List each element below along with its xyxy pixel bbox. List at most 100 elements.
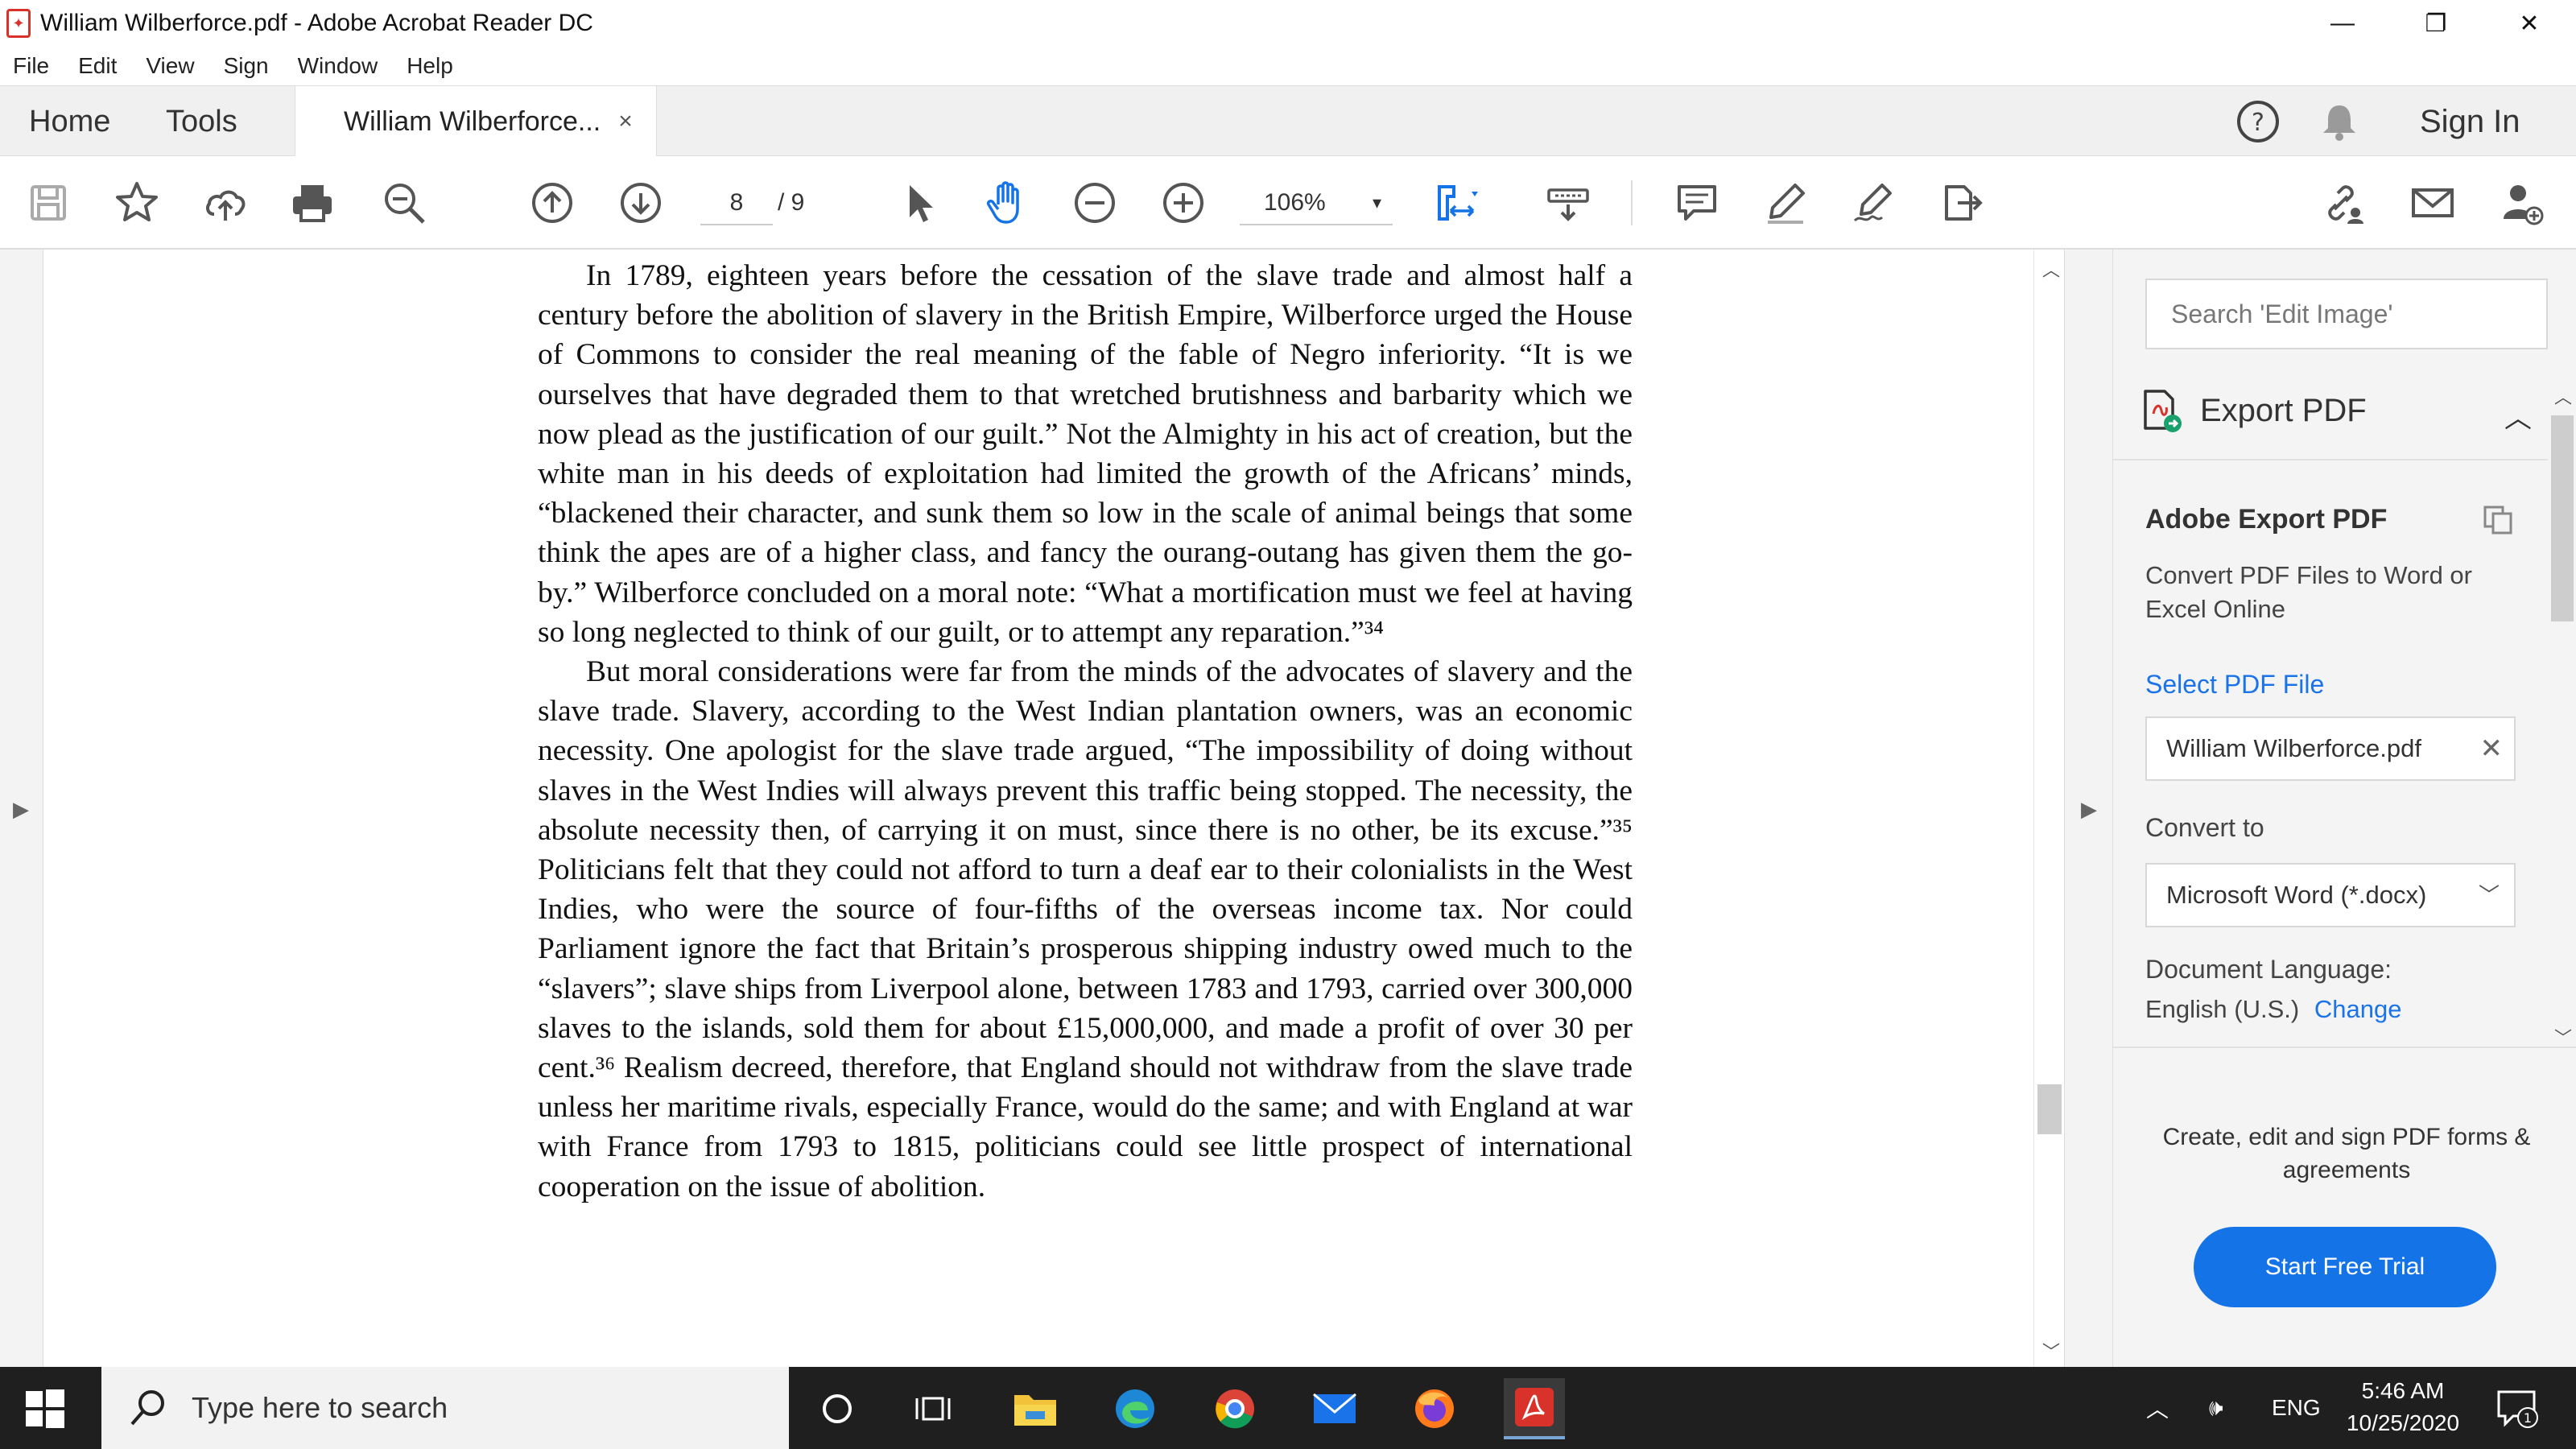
search-icon	[130, 1390, 164, 1426]
tools-search-input[interactable]: Search 'Edit Image'	[2145, 279, 2548, 349]
tab-document-label: William Wilberforce...	[344, 105, 601, 137]
export-pdf-header[interactable]: Export PDF ︿	[2113, 370, 2548, 451]
scrolling-mode-button[interactable]	[1539, 174, 1597, 232]
scroll-up-icon[interactable]: ︿	[2042, 256, 2060, 282]
tab-tools[interactable]: Tools	[166, 86, 237, 157]
convert-format-value: Microsoft Word (*.docx)	[2166, 881, 2427, 909]
adobe-export-pdf-heading: Adobe Export PDF	[2145, 504, 2388, 535]
pane-scrollbar-thumb[interactable]	[2551, 415, 2574, 621]
right-pane-toggle[interactable]: ▶	[2064, 250, 2112, 1367]
promo-text: Create, edit and sign PDF forms & agreem…	[2162, 1124, 2531, 1183]
document-language: English (U.S.) Change	[2145, 995, 2401, 1024]
zoom-select[interactable]: 106% ▾	[1240, 180, 1393, 225]
task-view-timeline-button[interactable]	[903, 1378, 964, 1439]
menu-edit[interactable]: Edit	[78, 53, 117, 79]
add-user-button[interactable]	[2492, 174, 2550, 232]
print-button[interactable]	[283, 174, 341, 232]
previous-page-button[interactable]	[523, 174, 581, 232]
start-free-trial-button[interactable]: Start Free Trial	[2194, 1227, 2496, 1307]
change-language-link[interactable]: Change	[2314, 995, 2402, 1023]
sign-in-button[interactable]: Sign In	[2420, 86, 2520, 157]
acrobat-taskbar-button[interactable]	[1504, 1378, 1565, 1439]
tab-document[interactable]: William Wilberforce... ×	[295, 86, 657, 157]
send-for-signature-button[interactable]	[1932, 174, 1990, 232]
edge-browser-button[interactable]	[1104, 1378, 1166, 1439]
email-button[interactable]	[2404, 174, 2462, 232]
menu-view[interactable]: View	[146, 53, 194, 79]
select-tool-button[interactable]	[890, 174, 948, 232]
selected-file-name: William Wilberforce.pdf	[2166, 734, 2421, 762]
comment-icon	[1678, 185, 1716, 221]
chrome-browser-button[interactable]	[1204, 1378, 1265, 1439]
fill-sign-button[interactable]	[1845, 174, 1903, 232]
document-language-value: English (U.S.)	[2145, 995, 2300, 1023]
chevron-up-icon[interactable]: ︿	[2504, 396, 2532, 436]
chevron-down-icon: ﹀	[2478, 883, 2500, 907]
taskbar-search-placeholder: Type here to search	[192, 1391, 448, 1424]
minimize-button[interactable]: —	[2296, 0, 2389, 47]
hand-tool-button[interactable]	[977, 174, 1035, 232]
windows-start-icon[interactable]	[24, 1388, 66, 1430]
help-button[interactable]: ?	[2235, 86, 2281, 157]
keyboard-scroll-icon	[1547, 188, 1589, 221]
star-icon	[116, 182, 158, 221]
pane-scrollbar[interactable]: ︿ ﹀	[2548, 383, 2576, 1048]
task-view-icon	[915, 1397, 951, 1421]
add-person-icon	[2504, 185, 2544, 225]
arrow-down-circle-icon	[621, 183, 661, 223]
export-pdf-title: Export PDF	[2200, 392, 2367, 428]
notification-icon: 1	[2497, 1390, 2538, 1428]
acrobat-icon	[1515, 1388, 1554, 1426]
hand-icon	[986, 181, 1019, 224]
scroll-up-icon[interactable]: ︿	[2554, 383, 2572, 409]
page-total: / 9	[778, 189, 805, 216]
comment-button[interactable]	[1668, 174, 1726, 232]
menu-help[interactable]: Help	[407, 53, 453, 79]
menu-sign[interactable]: Sign	[224, 53, 269, 79]
fit-page-button[interactable]	[1426, 174, 1484, 232]
next-page-button[interactable]	[612, 174, 670, 232]
task-view-button[interactable]	[807, 1378, 868, 1439]
mail-button[interactable]	[1304, 1378, 1365, 1439]
arrow-up-circle-icon	[532, 183, 572, 223]
document-scrollbar[interactable]: ︿ ﹀	[2033, 250, 2064, 1367]
restore-button[interactable]: ❐	[2389, 0, 2483, 47]
bookmark-button[interactable]	[108, 174, 166, 232]
find-button[interactable]	[375, 174, 433, 232]
export-description: Convert PDF Files to Word or Excel Onlin…	[2145, 561, 2472, 623]
firefox-browser-button[interactable]	[1404, 1378, 1465, 1439]
notifications-button[interactable]	[2317, 86, 2362, 157]
close-button[interactable]: ✕	[2483, 0, 2576, 47]
clock-date: 10/25/2020	[2346, 1410, 2460, 1435]
tab-home[interactable]: Home	[29, 86, 110, 157]
minus-circle-icon	[1075, 183, 1115, 223]
file-explorer-button[interactable]	[1005, 1378, 1066, 1439]
upload-button[interactable]	[196, 174, 254, 232]
menu-window[interactable]: Window	[298, 53, 378, 79]
zoom-in-button[interactable]	[1154, 174, 1212, 232]
pdf-page[interactable]: In 1789, eighteen years before the cessa…	[45, 250, 2033, 1367]
copy-icon[interactable]	[2480, 502, 2516, 538]
export-pdf-icon	[2144, 390, 2182, 432]
page-number-input[interactable]: 8	[700, 180, 773, 225]
action-center-button[interactable]: 1	[2494, 1367, 2539, 1449]
clear-file-icon[interactable]: ✕	[2480, 718, 2504, 779]
scrollbar-thumb[interactable]	[2037, 1084, 2062, 1134]
system-clock[interactable]: 5:46 AM 10/25/2020	[2326, 1375, 2479, 1439]
zoom-out-button[interactable]	[1066, 174, 1124, 232]
select-pdf-file-link[interactable]: Select PDF File	[2145, 670, 2324, 700]
input-language-indicator[interactable]: ENG	[2272, 1367, 2321, 1449]
tab-close-button[interactable]: ×	[618, 108, 633, 135]
menu-file[interactable]: File	[13, 53, 49, 79]
save-button[interactable]	[19, 174, 77, 232]
convert-format-select[interactable]: Microsoft Word (*.docx) ﹀	[2145, 863, 2516, 927]
scroll-down-icon[interactable]: ﹀	[2042, 1338, 2060, 1364]
taskbar-search-box[interactable]: Type here to search	[101, 1367, 789, 1449]
volume-icon[interactable]: 🕪	[2209, 1367, 2223, 1449]
show-hidden-icons-button[interactable]: ︿	[2146, 1367, 2169, 1449]
highlight-button[interactable]	[1757, 174, 1814, 232]
left-panel-toggle[interactable]: ▶	[0, 250, 43, 1367]
share-link-button[interactable]	[2312, 174, 2370, 232]
window-controls: — ❐ ✕	[2296, 0, 2576, 47]
selected-file-field[interactable]: William Wilberforce.pdf ✕	[2145, 716, 2516, 781]
